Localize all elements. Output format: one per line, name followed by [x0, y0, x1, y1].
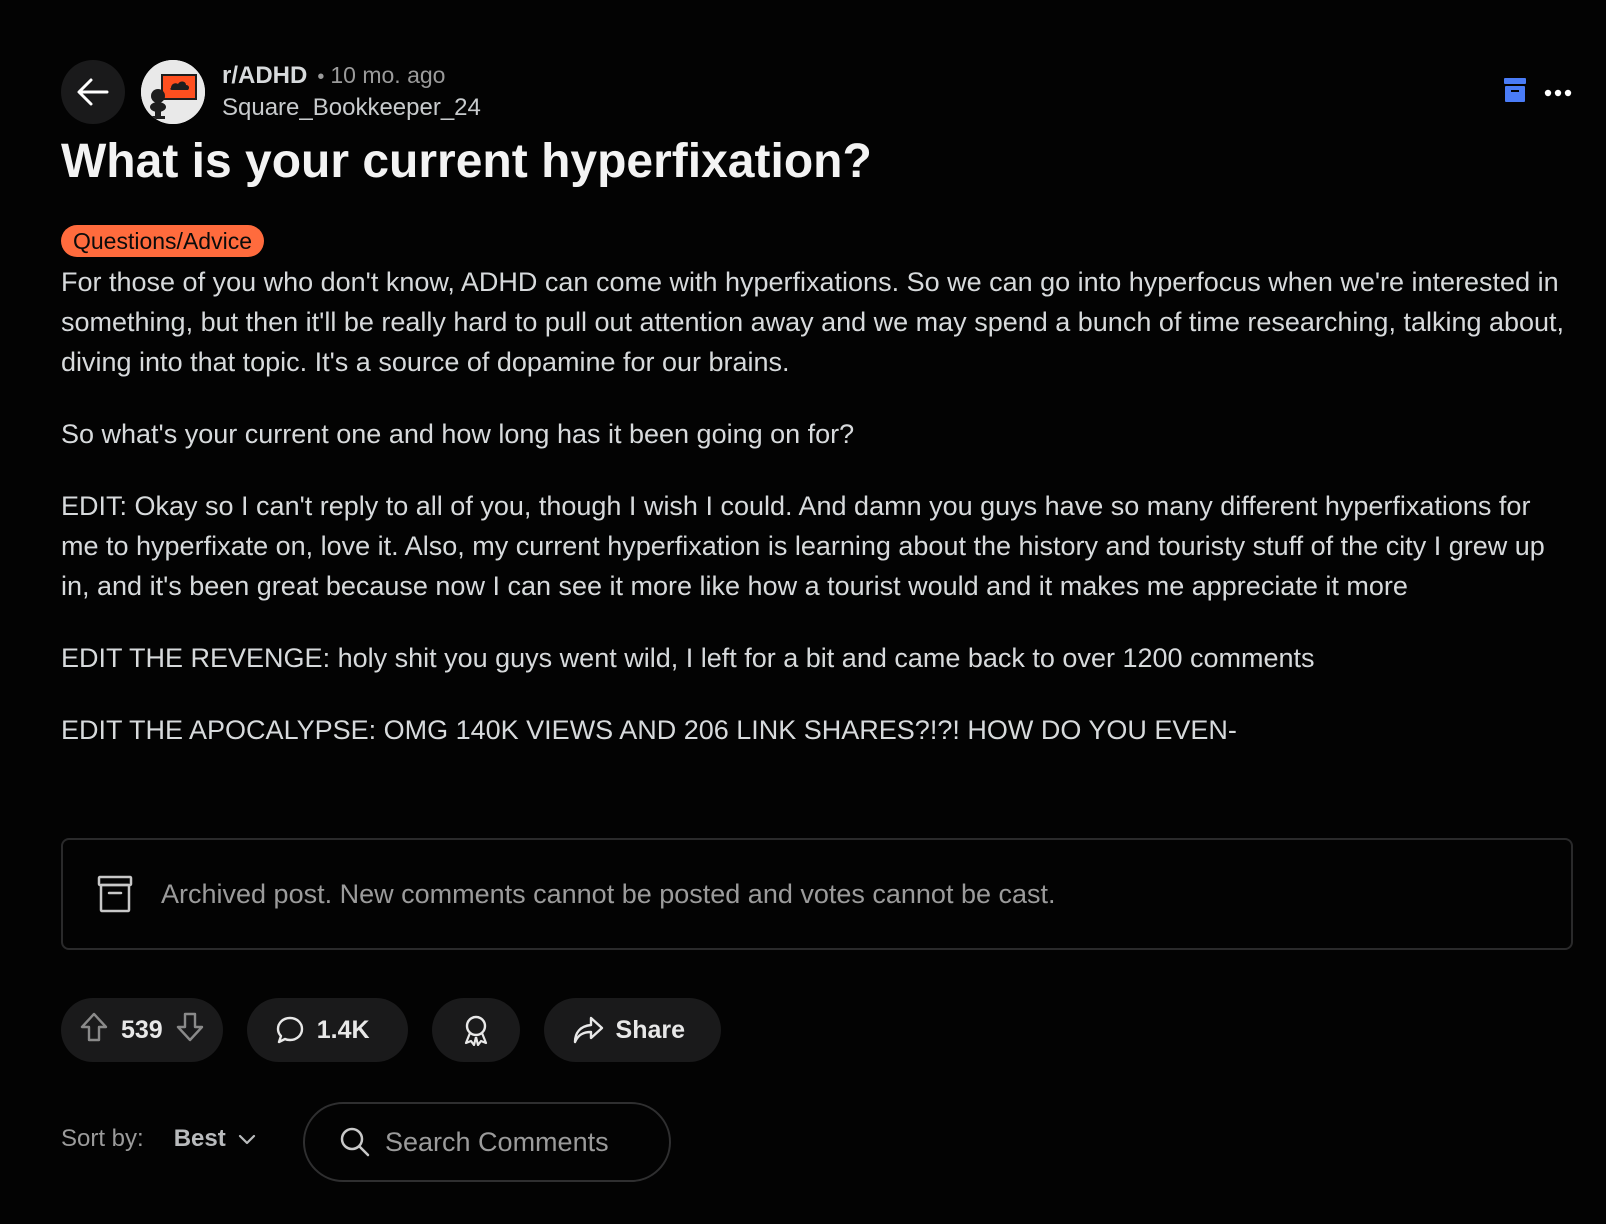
archive-icon — [1504, 78, 1526, 102]
speech-bubble-icon — [276, 1016, 303, 1044]
ellipsis-icon — [1544, 89, 1572, 96]
search-comments-input[interactable] — [385, 1126, 645, 1158]
share-arrow-icon — [573, 1016, 603, 1044]
subreddit-link[interactable]: r/ADHD — [222, 61, 307, 91]
post-title: What is your current hyperfixation? — [61, 135, 872, 188]
arrow-down-icon — [176, 1012, 203, 1041]
arrow-up-icon — [80, 1012, 108, 1041]
author-link[interactable]: Square_Bookkeeper_24 — [222, 92, 481, 124]
meta-top-row: r/ADHD • 10 mo. ago — [222, 60, 481, 92]
magnifier-icon — [340, 1127, 370, 1157]
comments-button[interactable]: 1.4K — [246, 998, 408, 1062]
back-button[interactable] — [61, 60, 125, 124]
subreddit-logo-icon — [141, 60, 205, 124]
vote-score: 539 — [121, 1015, 163, 1044]
post-action-bar: 539 1.4K Share — [61, 998, 722, 1062]
post-age: 10 mo. ago — [330, 62, 446, 88]
post-header: r/ADHD • 10 mo. ago Square_Bookkeeper_24 — [61, 59, 481, 125]
post-paragraph: EDIT THE APOCALYPSE: OMG 140K VIEWS AND … — [61, 715, 1237, 745]
post-paragraph: For those of you who don't know, ADHD ca… — [61, 267, 1565, 377]
meta-separator: • — [317, 66, 325, 88]
post-page: r/ADHD • 10 mo. ago Square_Bookkeeper_24… — [0, 0, 1606, 1224]
archive-box-icon — [97, 875, 133, 913]
sort-value: Best — [173, 1125, 226, 1152]
sort-dropdown[interactable]: Best — [174, 1125, 256, 1153]
chevron-down-icon — [238, 1134, 255, 1145]
post-paragraph: EDIT: Okay so I can't reply to all of yo… — [61, 491, 1545, 601]
more-options-button[interactable] — [1544, 84, 1572, 102]
vote-control: 539 — [61, 998, 223, 1062]
sort-label: Sort by: — [61, 1125, 144, 1152]
post-top-actions — [1504, 78, 1572, 107]
archived-notice: Archived post. New comments cannot be po… — [61, 838, 1573, 950]
share-label: Share — [615, 1015, 686, 1044]
post-flair[interactable]: Questions/Advice — [61, 225, 264, 257]
post-paragraph: So what's your current one and how long … — [61, 419, 855, 449]
archive-badge — [1504, 78, 1526, 107]
upvote-button[interactable] — [79, 1011, 109, 1050]
archived-notice-text: Archived post. New comments cannot be po… — [161, 878, 1056, 909]
share-button[interactable]: Share — [543, 998, 722, 1062]
post-paragraph: EDIT THE REVENGE: holy shit you guys wen… — [61, 643, 1315, 673]
post-body: For those of you who don't know, ADHD ca… — [61, 262, 1571, 782]
post-meta: r/ADHD • 10 mo. ago Square_Bookkeeper_24 — [222, 60, 481, 124]
search-comments[interactable] — [303, 1102, 671, 1182]
comment-count: 1.4K — [316, 1015, 370, 1044]
award-button[interactable] — [431, 998, 520, 1062]
award-icon — [464, 1015, 487, 1046]
downvote-button[interactable] — [175, 1011, 205, 1050]
arrow-left-icon — [77, 78, 109, 106]
subreddit-avatar[interactable] — [141, 60, 205, 124]
comment-sort: Sort by: Best — [61, 1125, 256, 1153]
